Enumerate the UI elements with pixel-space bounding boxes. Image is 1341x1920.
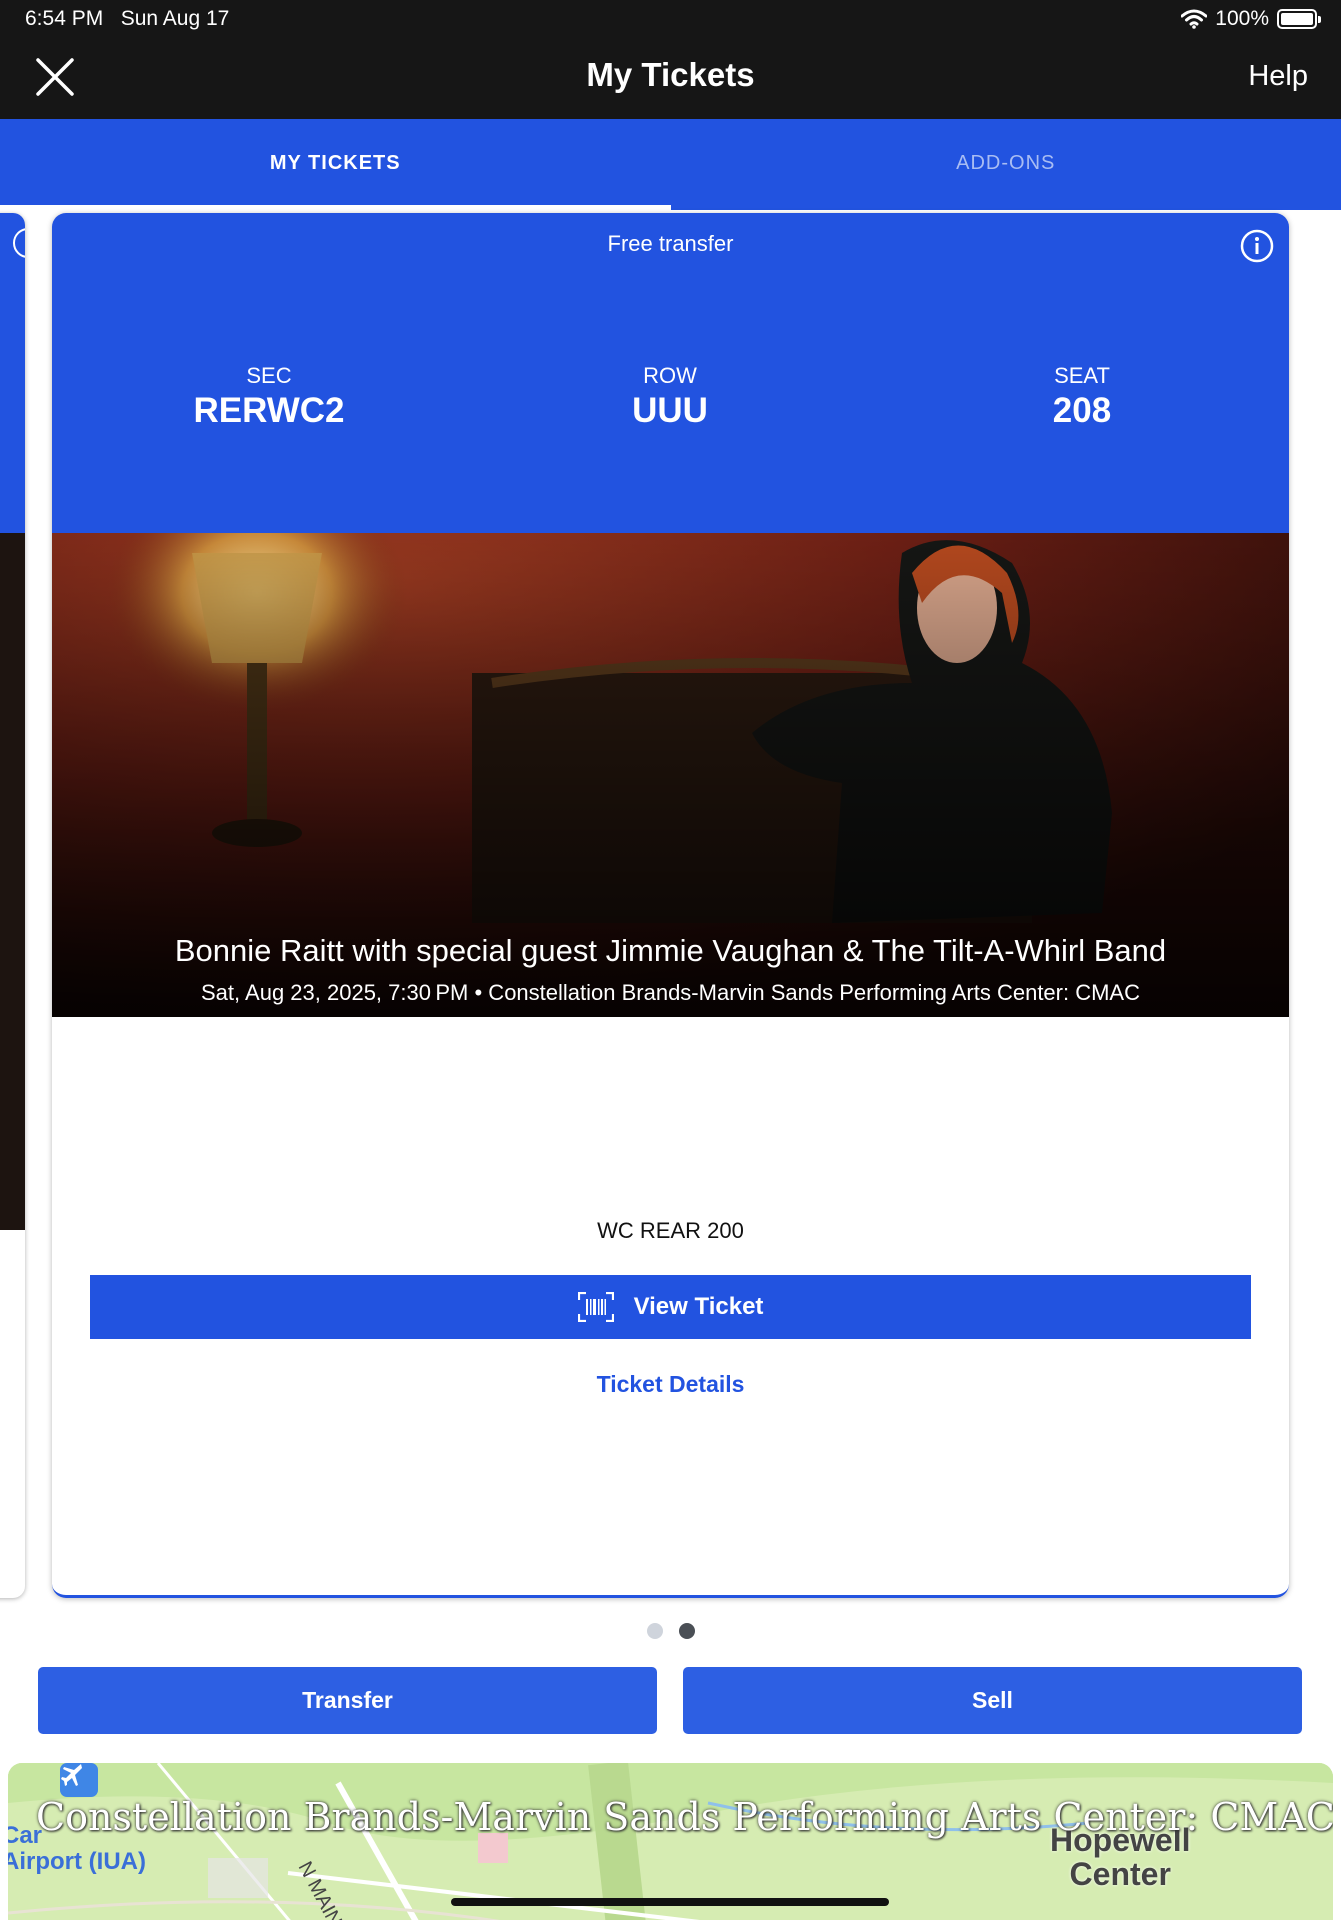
tab-my-tickets[interactable]: MY TICKETS (0, 119, 671, 210)
page-indicator (0, 1623, 1341, 1639)
page-title: My Tickets (586, 56, 755, 93)
battery-icon (1277, 9, 1321, 29)
ticket-card: Free transfer SEC RERWC2 ROW UUU SEAT 20… (52, 213, 1289, 1598)
tab-bar: MY TICKETS ADD-ONS (0, 119, 1341, 210)
top-bar: 6:54 PM Sun Aug 17 100% My Tickets Help (0, 0, 1341, 119)
tab-add-ons[interactable]: ADD-ONS (671, 119, 1341, 210)
venue-map[interactable]: Car Airport (IUA) N MAIN S Hopewell Cent… (8, 1763, 1333, 1920)
event-title: Bonnie Raitt with special guest Jimmie V… (174, 933, 1167, 968)
event-subtitle: Sat, Aug 23, 2025, 7:30 PM • Constellati… (201, 980, 1140, 1005)
row-label: ROW (643, 363, 697, 388)
wifi-icon (1181, 9, 1208, 29)
seat-value: 208 (1052, 391, 1112, 430)
seat-info: SEAT 208 (932, 363, 1232, 431)
view-ticket-label: View Ticket (633, 1293, 764, 1320)
section-label: SEC (246, 363, 292, 388)
barcode-icon (577, 1292, 614, 1322)
page-dot-active[interactable] (678, 1623, 695, 1639)
ticket-header: Free transfer SEC RERWC2 ROW UUU SEAT 20… (52, 213, 1289, 533)
page-dot[interactable] (646, 1623, 663, 1639)
map-venue-label: Constellation Brands-Marvin Sands Perfor… (36, 1795, 1333, 1839)
view-ticket-button[interactable]: View Ticket (90, 1275, 1251, 1339)
seating-area: WC REAR 200 (597, 1218, 744, 1243)
help-button[interactable]: Help (1248, 60, 1308, 93)
event-image: Bonnie Raitt with special guest Jimmie V… (52, 533, 1289, 1017)
previous-ticket-card[interactable] (0, 213, 25, 1598)
info-icon[interactable] (1240, 229, 1274, 263)
section-value: RERWC2 (193, 391, 345, 430)
seat-label: SEAT (1054, 363, 1110, 388)
ticket-details-link[interactable]: Ticket Details (52, 1371, 1289, 1398)
airport-icon (60, 1763, 98, 1797)
transfer-button[interactable]: Transfer (38, 1667, 657, 1734)
section-info: SEC RERWC2 (119, 363, 419, 431)
battery-percent: 100% (1215, 7, 1269, 30)
home-indicator[interactable] (451, 1898, 889, 1906)
status-time: 6:54 PM Sun Aug 17 (25, 7, 230, 30)
status-indicators: 100% (1181, 7, 1321, 31)
row-info: ROW UUU (520, 363, 820, 431)
row-value: UUU (632, 391, 708, 430)
sell-button[interactable]: Sell (683, 1667, 1302, 1734)
transfer-status: Free transfer (607, 231, 734, 256)
